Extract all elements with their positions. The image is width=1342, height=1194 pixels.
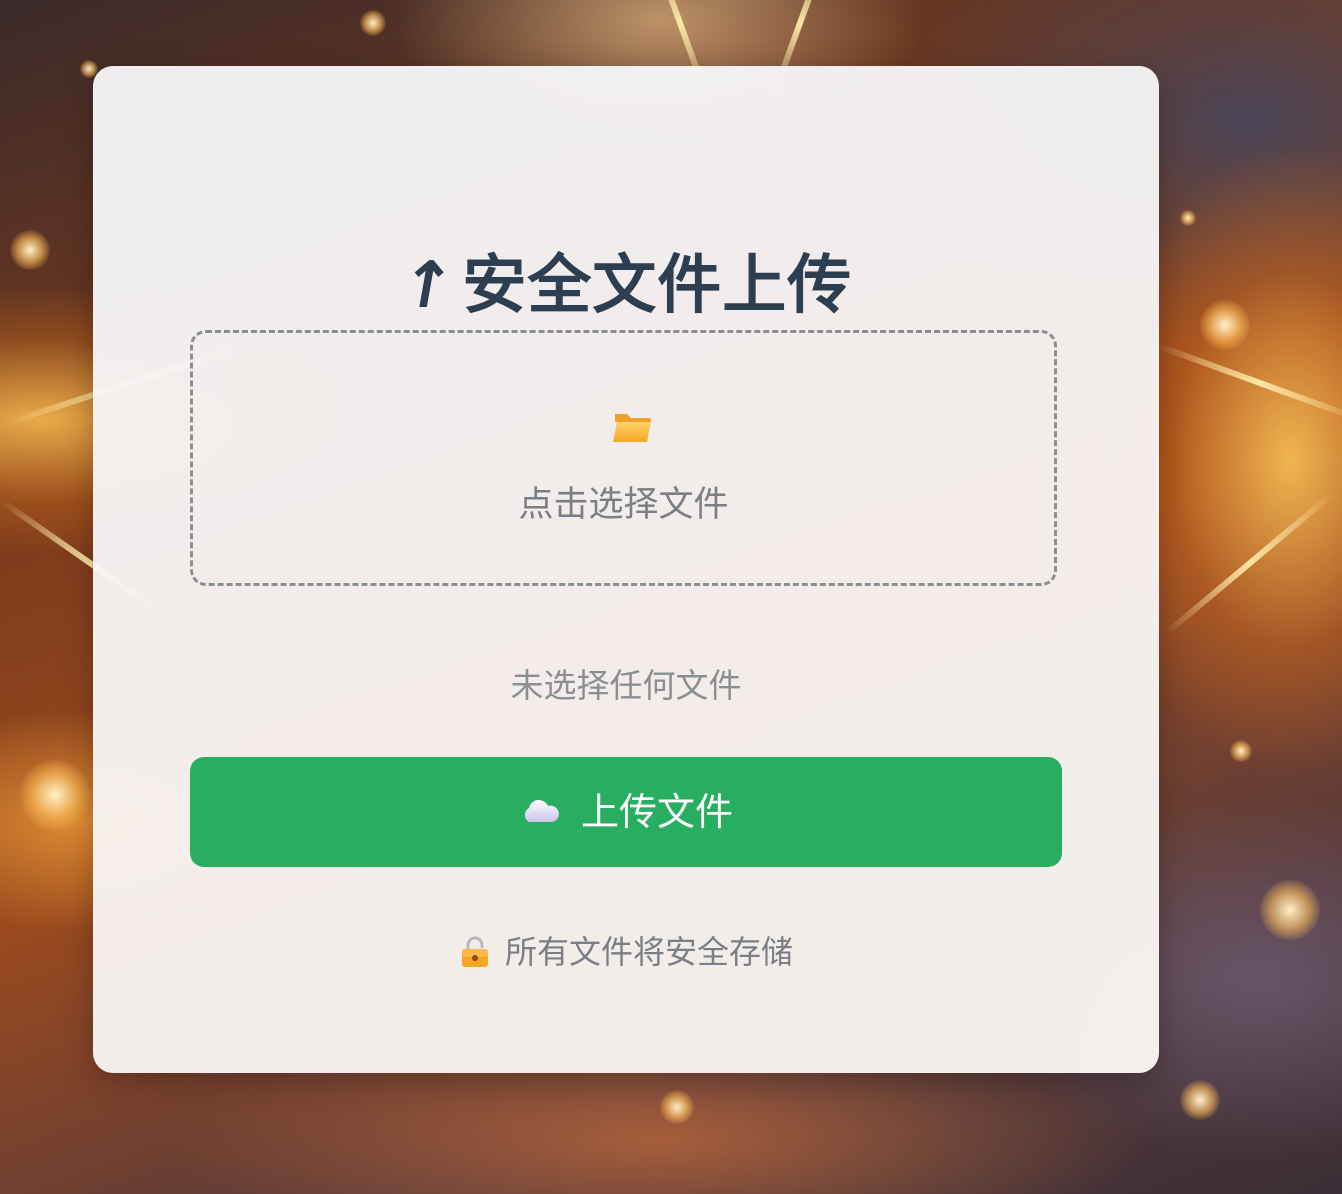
bokeh-light <box>660 1090 694 1124</box>
upload-button-label: 上传文件 <box>580 790 733 834</box>
bokeh-light <box>1260 880 1320 940</box>
page-title: ↑安全文件上传 <box>93 246 1159 326</box>
file-status-text: 未选择任何文件 <box>510 666 742 705</box>
light-streak <box>1163 489 1337 637</box>
bokeh-light <box>20 760 90 830</box>
security-note-text: 所有文件将安全存储 <box>504 933 793 971</box>
dropzone-label: 点击选择文件 <box>518 485 729 525</box>
page-title-text: 安全文件上传 <box>462 249 853 323</box>
file-dropzone[interactable]: 点击选择文件 <box>190 330 1057 586</box>
upload-button[interactable]: 上传文件 <box>190 757 1062 867</box>
upload-arrow-icon: ↑ <box>393 249 461 323</box>
bokeh-light <box>1200 300 1250 350</box>
bokeh-light <box>1180 210 1196 226</box>
bokeh-light <box>10 230 50 270</box>
light-streak <box>1155 342 1342 424</box>
bokeh-light <box>1230 740 1252 762</box>
bokeh-light <box>1180 1080 1220 1120</box>
security-note: 所有文件将安全存储 <box>93 932 1159 972</box>
lock-icon <box>461 936 488 967</box>
bokeh-light <box>360 10 386 36</box>
cloud-icon <box>524 799 559 822</box>
upload-card: ↑安全文件上传 点击选择文件 未选择任何文件 上传文件 所有文件将安全存储 <box>93 66 1159 1073</box>
folder-icon <box>613 414 651 442</box>
